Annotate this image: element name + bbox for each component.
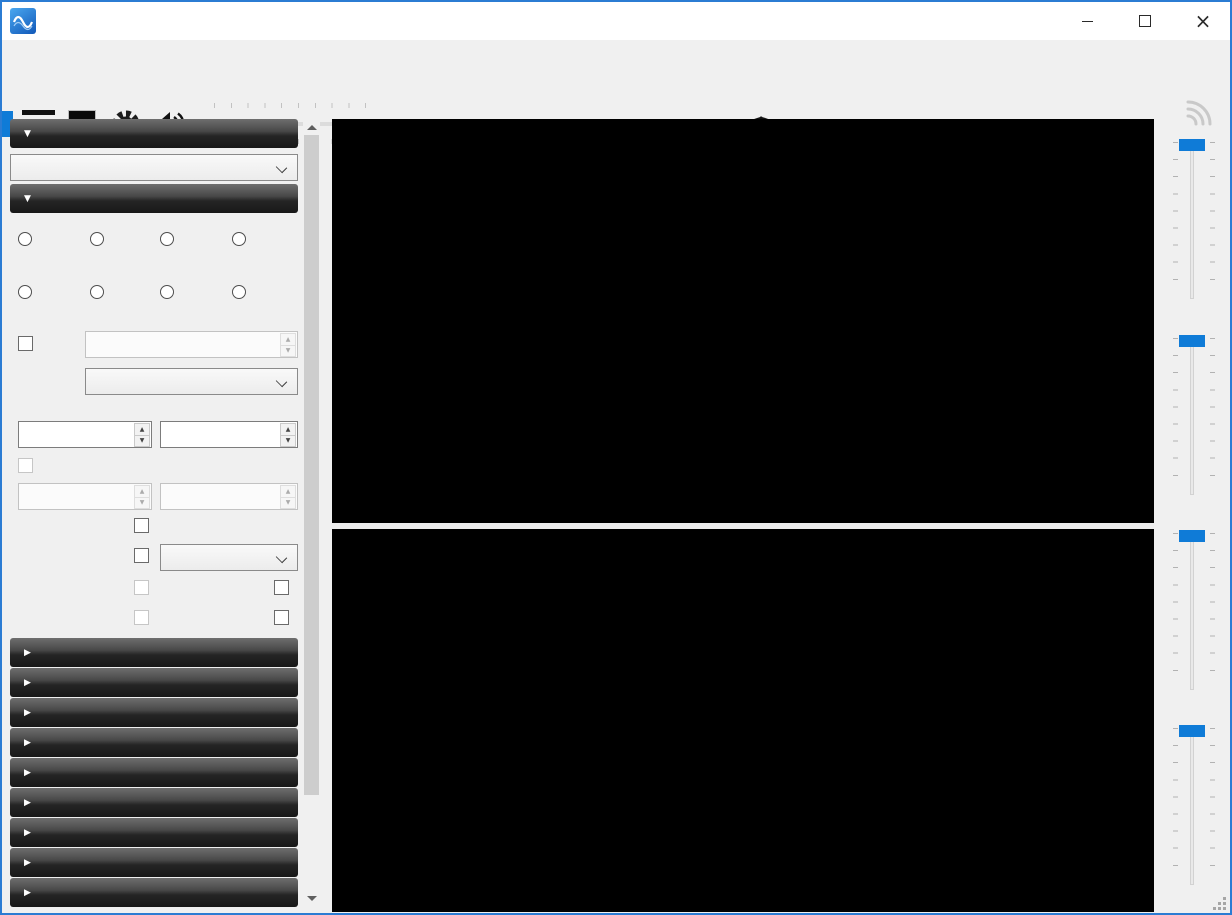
section-demodulator-noise-blanker[interactable] xyxy=(10,818,298,847)
close-icon xyxy=(1195,11,1212,31)
display-area xyxy=(332,119,1154,912)
slider-ticks xyxy=(1173,142,1178,296)
slider-ticks xyxy=(1210,142,1215,296)
correct-iq-checkbox[interactable] xyxy=(274,580,289,595)
app-window xyxy=(0,0,1232,915)
range-slider[interactable] xyxy=(1159,530,1229,690)
squelch-value-input[interactable] xyxy=(18,483,152,510)
cw-shift-value-input[interactable] xyxy=(160,483,298,510)
source-select[interactable] xyxy=(10,154,298,181)
collapse-icon xyxy=(24,194,31,204)
chevron-down-icon xyxy=(276,552,287,563)
lock-carrier-checkbox[interactable] xyxy=(134,580,149,595)
fm-stereo-checkbox[interactable] xyxy=(134,518,149,533)
spin-down-icon[interactable] xyxy=(280,497,296,510)
filter-select[interactable] xyxy=(85,368,298,395)
control-panel xyxy=(10,119,298,909)
waterfall-color-legend xyxy=(1131,542,1146,887)
display-controls xyxy=(1159,119,1229,909)
waterfall-canvas[interactable] xyxy=(332,529,1154,912)
collapse-icon xyxy=(24,129,31,139)
section-recording[interactable] xyxy=(10,848,298,877)
shift-value-input[interactable] xyxy=(85,331,298,358)
offset-slider[interactable] xyxy=(1159,725,1229,885)
section-if-noise-reduction[interactable] xyxy=(10,758,298,787)
spin-down-icon[interactable] xyxy=(134,435,150,448)
slider-ticks xyxy=(1210,728,1215,882)
maximize-icon xyxy=(1139,15,1151,27)
section-baseband-noise-blanker[interactable] xyxy=(10,788,298,817)
resize-grip[interactable] xyxy=(1213,897,1226,910)
mode-radio-cw[interactable] xyxy=(160,285,174,299)
section-agc[interactable] xyxy=(10,668,298,697)
range-slider-thumb[interactable] xyxy=(1179,530,1205,542)
swap-iq-checkbox[interactable] xyxy=(274,610,289,625)
squelch-checkbox[interactable] xyxy=(18,458,33,473)
slider-track[interactable] xyxy=(1190,725,1194,885)
zoom-slider[interactable] xyxy=(1159,139,1229,299)
order-input[interactable] xyxy=(160,421,298,448)
toolbar xyxy=(2,40,1230,114)
spin-down-icon[interactable] xyxy=(280,435,296,448)
volume-ticks xyxy=(214,103,366,108)
section-fft-display[interactable] xyxy=(10,698,298,727)
title-bar[interactable] xyxy=(2,2,1230,40)
mode-radio-usb[interactable] xyxy=(232,232,246,246)
spin-down-icon[interactable] xyxy=(280,345,296,358)
offset-slider-thumb[interactable] xyxy=(1179,725,1205,737)
close-button[interactable] xyxy=(1180,2,1226,40)
slider-track[interactable] xyxy=(1190,530,1194,690)
expand-icon xyxy=(24,708,31,718)
expand-icon xyxy=(24,858,31,868)
expand-icon xyxy=(24,738,31,748)
radio-section-header[interactable] xyxy=(10,184,298,213)
app-icon xyxy=(10,8,36,34)
source-section-header[interactable] xyxy=(10,119,298,148)
contrast-slider-thumb[interactable] xyxy=(1179,335,1205,347)
expand-icon xyxy=(24,678,31,688)
mode-radio-wfm[interactable] xyxy=(18,285,32,299)
expand-icon xyxy=(24,798,31,808)
slider-ticks xyxy=(1210,533,1215,687)
minimize-icon xyxy=(1082,21,1093,22)
bandwidth-input[interactable] xyxy=(18,421,152,448)
section-audio[interactable] xyxy=(10,638,298,667)
mode-radio-lsb[interactable] xyxy=(160,232,174,246)
minimize-button[interactable] xyxy=(1064,2,1110,40)
shift-checkbox[interactable] xyxy=(18,336,33,351)
anti-fading-checkbox[interactable] xyxy=(134,610,149,625)
mode-radio-am[interactable] xyxy=(90,232,104,246)
step-size-select[interactable] xyxy=(160,544,298,571)
slider-ticks xyxy=(1173,338,1178,492)
waterfall-section xyxy=(332,529,1154,912)
contrast-slider[interactable] xyxy=(1159,335,1229,495)
slider-track[interactable] xyxy=(1190,335,1194,495)
mode-radio-raw[interactable] xyxy=(232,285,246,299)
zoom-slider-thumb[interactable] xyxy=(1179,139,1205,151)
slider-track[interactable] xyxy=(1190,139,1194,299)
section-zoom-fft[interactable] xyxy=(10,878,298,907)
chevron-down-icon xyxy=(276,162,287,173)
mode-radio-dsb[interactable] xyxy=(90,285,104,299)
snap-to-grid-checkbox[interactable] xyxy=(134,548,149,563)
scroll-down-icon[interactable] xyxy=(307,896,317,901)
expand-icon xyxy=(24,888,31,898)
slider-ticks xyxy=(1173,728,1178,882)
spectrum-canvas[interactable] xyxy=(332,119,1154,523)
mode-radio-nfm[interactable] xyxy=(18,232,32,246)
slider-ticks xyxy=(1210,338,1215,492)
scroll-up-icon[interactable] xyxy=(307,125,317,130)
section-audio-noise-reduction[interactable] xyxy=(10,728,298,757)
expand-icon xyxy=(24,648,31,658)
panel-scrollbar[interactable] xyxy=(303,119,320,907)
slider-ticks xyxy=(1173,533,1178,687)
expand-icon xyxy=(24,768,31,778)
expand-icon xyxy=(24,828,31,838)
chevron-down-icon xyxy=(276,376,287,387)
scrollbar-thumb[interactable] xyxy=(304,135,319,795)
maximize-button[interactable] xyxy=(1122,2,1168,40)
spin-down-icon[interactable] xyxy=(134,497,150,510)
